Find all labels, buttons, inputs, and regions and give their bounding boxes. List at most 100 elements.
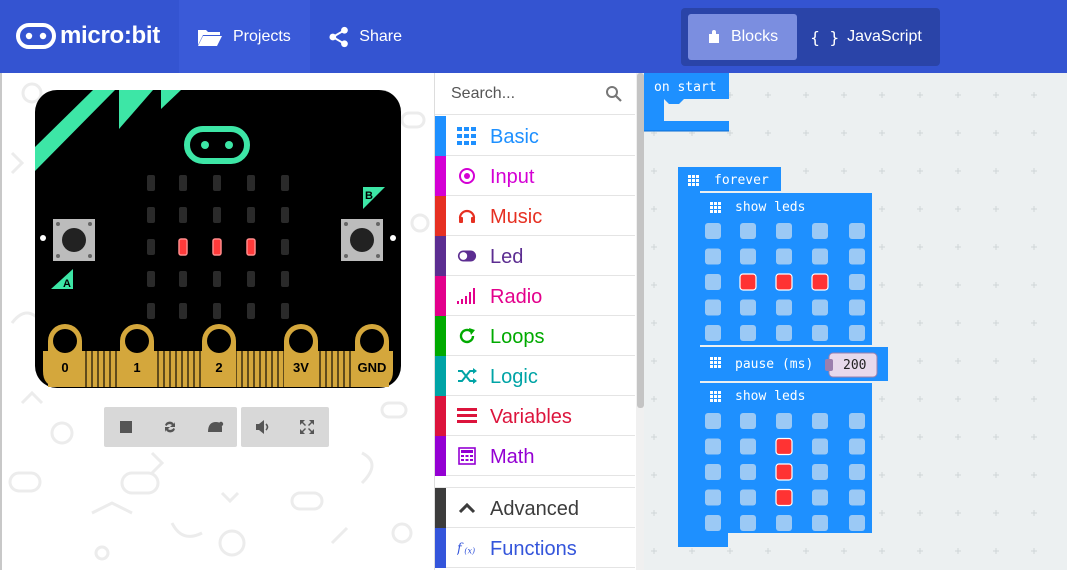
led-toggle[interactable]: [740, 413, 756, 429]
mute-icon[interactable]: [252, 416, 274, 438]
led-toggle[interactable]: [705, 464, 721, 480]
led-toggle[interactable]: [705, 325, 721, 341]
led-toggle[interactable]: [776, 325, 792, 341]
led-toggle[interactable]: [776, 299, 792, 316]
led-toggle[interactable]: [849, 438, 865, 455]
projects-button[interactable]: Projects: [179, 0, 310, 73]
category-input[interactable]: Input: [435, 156, 635, 196]
workspace-grid-mark: [993, 510, 999, 516]
led-toggle[interactable]: [705, 515, 721, 531]
category-loops[interactable]: Loops: [435, 316, 635, 356]
led-toggle[interactable]: [775, 488, 793, 507]
led-toggle[interactable]: [849, 464, 865, 480]
workspace-grid-mark: [1031, 396, 1037, 402]
led-toggle[interactable]: [849, 248, 865, 265]
led-toggle[interactable]: [775, 463, 793, 481]
led-toggle[interactable]: [740, 325, 756, 341]
pin-0[interactable]: 0: [48, 324, 82, 387]
led-toggle[interactable]: [740, 515, 756, 531]
pause-value-input[interactable]: 200: [843, 358, 866, 373]
workspace-grid-mark: [765, 548, 771, 554]
category-basic[interactable]: Basic: [435, 116, 635, 156]
category-advanced[interactable]: Advanced: [435, 488, 635, 528]
led-toggle[interactable]: [705, 274, 721, 290]
category-music[interactable]: Music: [435, 196, 635, 236]
slow-motion-icon[interactable]: [204, 416, 226, 438]
led-toggle[interactable]: [811, 273, 829, 291]
microbit-logo[interactable]: micro:bit: [16, 22, 160, 50]
category-label: Advanced: [490, 498, 579, 520]
led-toggle[interactable]: [849, 489, 865, 506]
led-toggle[interactable]: [849, 325, 865, 341]
led-toggle[interactable]: [849, 413, 865, 429]
category-logic[interactable]: Logic: [435, 356, 635, 396]
pin-1[interactable]: 1: [120, 324, 154, 387]
stop-icon[interactable]: [115, 416, 137, 438]
show-leds-block-1[interactable]: show leds: [700, 193, 872, 345]
led-toggle[interactable]: [849, 299, 865, 316]
led-toggle[interactable]: [705, 223, 721, 239]
fullscreen-icon[interactable]: [296, 416, 318, 438]
led-toggle[interactable]: [740, 464, 756, 480]
share-button[interactable]: Share: [310, 0, 420, 73]
workspace-grid-mark: [1031, 434, 1037, 440]
button-a[interactable]: [53, 219, 95, 261]
show-leds-block-2[interactable]: show leds: [700, 383, 872, 533]
led-toggle[interactable]: [812, 325, 828, 341]
led-toggle[interactable]: [849, 274, 865, 290]
led-toggle[interactable]: [812, 223, 828, 239]
projects-label: Projects: [233, 27, 291, 45]
workspace-grid-mark: [1031, 206, 1037, 212]
led-toggle[interactable]: [776, 413, 792, 429]
led-toggle[interactable]: [740, 248, 756, 265]
led-toggle[interactable]: [812, 248, 828, 265]
led-toggle[interactable]: [812, 515, 828, 531]
folder-icon: [198, 29, 222, 46]
led-toggle[interactable]: [775, 437, 793, 456]
workspace-grid-mark: [993, 320, 999, 326]
led-toggle[interactable]: [740, 223, 756, 239]
led-toggle[interactable]: [849, 223, 865, 239]
pin-gnd[interactable]: GND: [355, 324, 389, 387]
led-toggle[interactable]: [812, 299, 828, 316]
category-color-bar: [435, 116, 446, 156]
led-toggle[interactable]: [705, 489, 721, 506]
led-toggle[interactable]: [705, 299, 721, 316]
category-functions[interactable]: f (x) Functions: [435, 528, 635, 568]
toolbox-scrollbar-thumb[interactable]: [637, 73, 644, 408]
led-toggle[interactable]: [775, 273, 793, 291]
on-start-block[interactable]: on start: [644, 73, 729, 132]
search-icon[interactable]: [605, 85, 623, 103]
board-led: [147, 207, 155, 223]
led-toggle[interactable]: [849, 515, 865, 531]
category-variables[interactable]: Variables: [435, 396, 635, 436]
category-radio[interactable]: Radio: [435, 276, 635, 316]
pause-block[interactable]: pause (ms) 200: [700, 347, 888, 381]
pause-grid-icon: [710, 357, 721, 368]
workspace-grid-mark: [993, 434, 999, 440]
led-toggle[interactable]: [705, 438, 721, 455]
pin-2[interactable]: 2: [202, 324, 236, 387]
led-toggle[interactable]: [812, 464, 828, 480]
led-toggle[interactable]: [812, 489, 828, 506]
led-toggle[interactable]: [776, 223, 792, 239]
led-toggle[interactable]: [812, 413, 828, 429]
led-toggle[interactable]: [739, 273, 757, 291]
category-led[interactable]: Led: [435, 236, 635, 276]
category-math[interactable]: Math: [435, 436, 635, 476]
led-toggle[interactable]: [705, 248, 721, 265]
led-toggle[interactable]: [776, 248, 792, 265]
blocks-workspace[interactable]: on start forever show leds pause (ms) 20…: [644, 73, 1067, 570]
restart-icon[interactable]: [159, 416, 181, 438]
javascript-tab[interactable]: { } JavaScript: [801, 14, 931, 60]
pin-3v[interactable]: 3V: [284, 324, 318, 387]
led-toggle[interactable]: [705, 413, 721, 429]
button-b-label: B: [365, 190, 373, 202]
button-b[interactable]: [341, 219, 383, 261]
led-toggle[interactable]: [740, 489, 756, 506]
blocks-tab[interactable]: Blocks: [688, 14, 797, 60]
led-toggle[interactable]: [740, 299, 756, 316]
led-toggle[interactable]: [812, 438, 828, 455]
led-toggle[interactable]: [776, 515, 792, 531]
led-toggle[interactable]: [740, 438, 756, 455]
